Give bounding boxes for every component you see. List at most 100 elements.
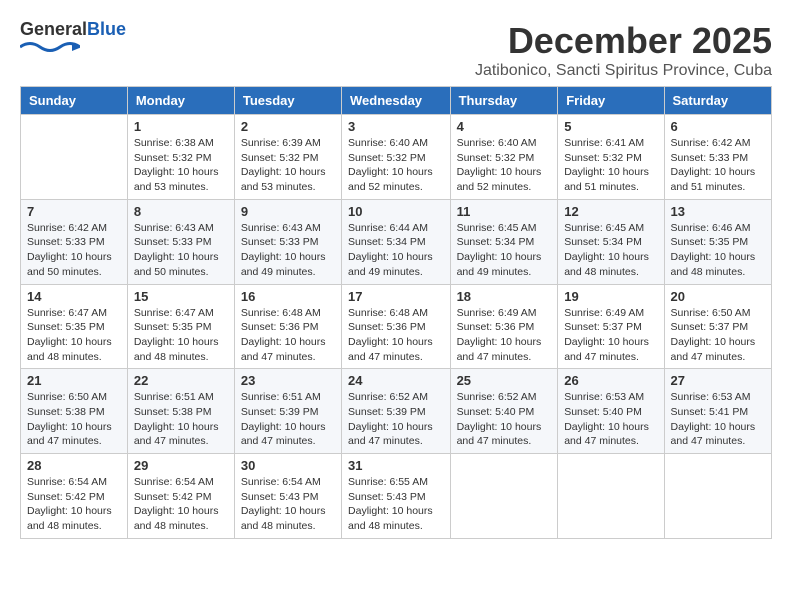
day-number: 3 bbox=[348, 119, 444, 134]
calendar-cell: 7 Sunrise: 6:42 AM Sunset: 5:33 PM Daylig… bbox=[21, 199, 128, 284]
weekday-header: Monday bbox=[127, 87, 234, 115]
day-number: 7 bbox=[27, 204, 121, 219]
day-number: 8 bbox=[134, 204, 228, 219]
day-info: Sunrise: 6:43 AM Sunset: 5:33 PM Dayligh… bbox=[241, 221, 335, 280]
page-header: GeneralBlue December 2025 Jatibonico, Sa… bbox=[20, 20, 772, 80]
day-info: Sunrise: 6:52 AM Sunset: 5:40 PM Dayligh… bbox=[457, 390, 552, 449]
day-number: 20 bbox=[671, 289, 765, 304]
day-info: Sunrise: 6:55 AM Sunset: 5:43 PM Dayligh… bbox=[348, 475, 444, 534]
day-info: Sunrise: 6:54 AM Sunset: 5:42 PM Dayligh… bbox=[134, 475, 228, 534]
day-info: Sunrise: 6:53 AM Sunset: 5:41 PM Dayligh… bbox=[671, 390, 765, 449]
day-info: Sunrise: 6:42 AM Sunset: 5:33 PM Dayligh… bbox=[671, 136, 765, 195]
weekday-header: Tuesday bbox=[234, 87, 341, 115]
logo-blue: Blue bbox=[87, 19, 126, 39]
day-number: 16 bbox=[241, 289, 335, 304]
day-info: Sunrise: 6:39 AM Sunset: 5:32 PM Dayligh… bbox=[241, 136, 335, 195]
logo-general: General bbox=[20, 19, 87, 39]
day-number: 31 bbox=[348, 458, 444, 473]
day-number: 4 bbox=[457, 119, 552, 134]
calendar-cell: 5 Sunrise: 6:41 AM Sunset: 5:32 PM Daylig… bbox=[558, 115, 664, 200]
day-info: Sunrise: 6:40 AM Sunset: 5:32 PM Dayligh… bbox=[348, 136, 444, 195]
calendar-cell bbox=[450, 454, 558, 539]
calendar-cell: 15 Sunrise: 6:47 AM Sunset: 5:35 PM Dayli… bbox=[127, 284, 234, 369]
calendar-cell: 19Sunrise: 6:49 AM Sunset: 5:37 PM Dayli… bbox=[558, 284, 664, 369]
day-number: 9 bbox=[241, 204, 335, 219]
calendar-cell bbox=[558, 454, 664, 539]
day-number: 10 bbox=[348, 204, 444, 219]
title-area: December 2025 Jatibonico, Sancti Spiritu… bbox=[475, 20, 772, 80]
day-info: Sunrise: 6:46 AM Sunset: 5:35 PM Dayligh… bbox=[671, 221, 765, 280]
calendar-header-row: SundayMondayTuesdayWednesdayThursdayFrid… bbox=[21, 87, 772, 115]
day-number: 14 bbox=[27, 289, 121, 304]
day-number: 6 bbox=[671, 119, 765, 134]
day-info: Sunrise: 6:45 AM Sunset: 5:34 PM Dayligh… bbox=[457, 221, 552, 280]
calendar-cell: 16 Sunrise: 6:48 AM Sunset: 5:36 PM Dayli… bbox=[234, 284, 341, 369]
logo-wave-icon bbox=[20, 40, 80, 54]
calendar-week-row: 1Sunrise: 6:38 AM Sunset: 5:32 PM Daylig… bbox=[21, 115, 772, 200]
calendar-cell: 10 Sunrise: 6:44 AM Sunset: 5:34 PM Dayli… bbox=[342, 199, 451, 284]
day-info: Sunrise: 6:50 AM Sunset: 5:37 PM Dayligh… bbox=[671, 306, 765, 365]
weekday-header: Wednesday bbox=[342, 87, 451, 115]
weekday-header: Friday bbox=[558, 87, 664, 115]
calendar-cell: 25Sunrise: 6:52 AM Sunset: 5:40 PM Dayli… bbox=[450, 369, 558, 454]
day-info: Sunrise: 6:45 AM Sunset: 5:34 PM Dayligh… bbox=[564, 221, 657, 280]
weekday-header: Thursday bbox=[450, 87, 558, 115]
day-number: 11 bbox=[457, 204, 552, 219]
day-info: Sunrise: 6:50 AM Sunset: 5:38 PM Dayligh… bbox=[27, 390, 121, 449]
day-number: 1 bbox=[134, 119, 228, 134]
calendar-cell: 17 Sunrise: 6:48 AM Sunset: 5:36 PM Dayli… bbox=[342, 284, 451, 369]
day-number: 22 bbox=[134, 373, 228, 388]
day-number: 26 bbox=[564, 373, 657, 388]
calendar-cell bbox=[21, 115, 128, 200]
day-number: 30 bbox=[241, 458, 335, 473]
month-title: December 2025 bbox=[475, 20, 772, 62]
day-info: Sunrise: 6:41 AM Sunset: 5:32 PM Dayligh… bbox=[564, 136, 657, 195]
day-number: 24 bbox=[348, 373, 444, 388]
day-number: 17 bbox=[348, 289, 444, 304]
day-info: Sunrise: 6:42 AM Sunset: 5:33 PM Dayligh… bbox=[27, 221, 121, 280]
day-number: 28 bbox=[27, 458, 121, 473]
day-info: Sunrise: 6:51 AM Sunset: 5:38 PM Dayligh… bbox=[134, 390, 228, 449]
day-number: 13 bbox=[671, 204, 765, 219]
calendar-cell: 11 Sunrise: 6:45 AM Sunset: 5:34 PM Dayli… bbox=[450, 199, 558, 284]
weekday-header: Sunday bbox=[21, 87, 128, 115]
day-number: 21 bbox=[27, 373, 121, 388]
day-number: 27 bbox=[671, 373, 765, 388]
calendar-week-row: 21 Sunrise: 6:50 AM Sunset: 5:38 PM Dayli… bbox=[21, 369, 772, 454]
day-number: 18 bbox=[457, 289, 552, 304]
day-number: 2 bbox=[241, 119, 335, 134]
calendar-cell: 8 Sunrise: 6:43 AM Sunset: 5:33 PM Daylig… bbox=[127, 199, 234, 284]
calendar-cell: 1Sunrise: 6:38 AM Sunset: 5:32 PM Daylig… bbox=[127, 115, 234, 200]
calendar-cell: 2 Sunrise: 6:39 AM Sunset: 5:32 PM Daylig… bbox=[234, 115, 341, 200]
day-info: Sunrise: 6:48 AM Sunset: 5:36 PM Dayligh… bbox=[241, 306, 335, 365]
calendar-week-row: 7 Sunrise: 6:42 AM Sunset: 5:33 PM Daylig… bbox=[21, 199, 772, 284]
calendar-cell: 13 Sunrise: 6:46 AM Sunset: 5:35 PM Dayli… bbox=[664, 199, 771, 284]
day-info: Sunrise: 6:52 AM Sunset: 5:39 PM Dayligh… bbox=[348, 390, 444, 449]
day-info: Sunrise: 6:47 AM Sunset: 5:35 PM Dayligh… bbox=[134, 306, 228, 365]
day-number: 29 bbox=[134, 458, 228, 473]
calendar-week-row: 28 Sunrise: 6:54 AM Sunset: 5:42 PM Dayli… bbox=[21, 454, 772, 539]
calendar-table: SundayMondayTuesdayWednesdayThursdayFrid… bbox=[20, 86, 772, 539]
day-info: Sunrise: 6:49 AM Sunset: 5:37 PM Dayligh… bbox=[564, 306, 657, 365]
day-info: Sunrise: 6:48 AM Sunset: 5:36 PM Dayligh… bbox=[348, 306, 444, 365]
location-title: Jatibonico, Sancti Spiritus Province, Cu… bbox=[475, 62, 772, 80]
day-info: Sunrise: 6:51 AM Sunset: 5:39 PM Dayligh… bbox=[241, 390, 335, 449]
day-info: Sunrise: 6:44 AM Sunset: 5:34 PM Dayligh… bbox=[348, 221, 444, 280]
day-number: 15 bbox=[134, 289, 228, 304]
calendar-cell bbox=[664, 454, 771, 539]
day-info: Sunrise: 6:54 AM Sunset: 5:43 PM Dayligh… bbox=[241, 475, 335, 534]
calendar-cell: 18Sunrise: 6:49 AM Sunset: 5:36 PM Dayli… bbox=[450, 284, 558, 369]
weekday-header: Saturday bbox=[664, 87, 771, 115]
calendar-cell: 21 Sunrise: 6:50 AM Sunset: 5:38 PM Dayli… bbox=[21, 369, 128, 454]
day-info: Sunrise: 6:40 AM Sunset: 5:32 PM Dayligh… bbox=[457, 136, 552, 195]
day-number: 5 bbox=[564, 119, 657, 134]
day-info: Sunrise: 6:43 AM Sunset: 5:33 PM Dayligh… bbox=[134, 221, 228, 280]
day-info: Sunrise: 6:54 AM Sunset: 5:42 PM Dayligh… bbox=[27, 475, 121, 534]
calendar-cell: 12 Sunrise: 6:45 AM Sunset: 5:34 PM Dayli… bbox=[558, 199, 664, 284]
calendar-cell: 24 Sunrise: 6:52 AM Sunset: 5:39 PM Dayli… bbox=[342, 369, 451, 454]
calendar-cell: 3 Sunrise: 6:40 AM Sunset: 5:32 PM Daylig… bbox=[342, 115, 451, 200]
day-number: 12 bbox=[564, 204, 657, 219]
calendar-cell: 20 Sunrise: 6:50 AM Sunset: 5:37 PM Dayli… bbox=[664, 284, 771, 369]
calendar-cell: 22 Sunrise: 6:51 AM Sunset: 5:38 PM Dayli… bbox=[127, 369, 234, 454]
calendar-cell: 31 Sunrise: 6:55 AM Sunset: 5:43 PM Dayli… bbox=[342, 454, 451, 539]
